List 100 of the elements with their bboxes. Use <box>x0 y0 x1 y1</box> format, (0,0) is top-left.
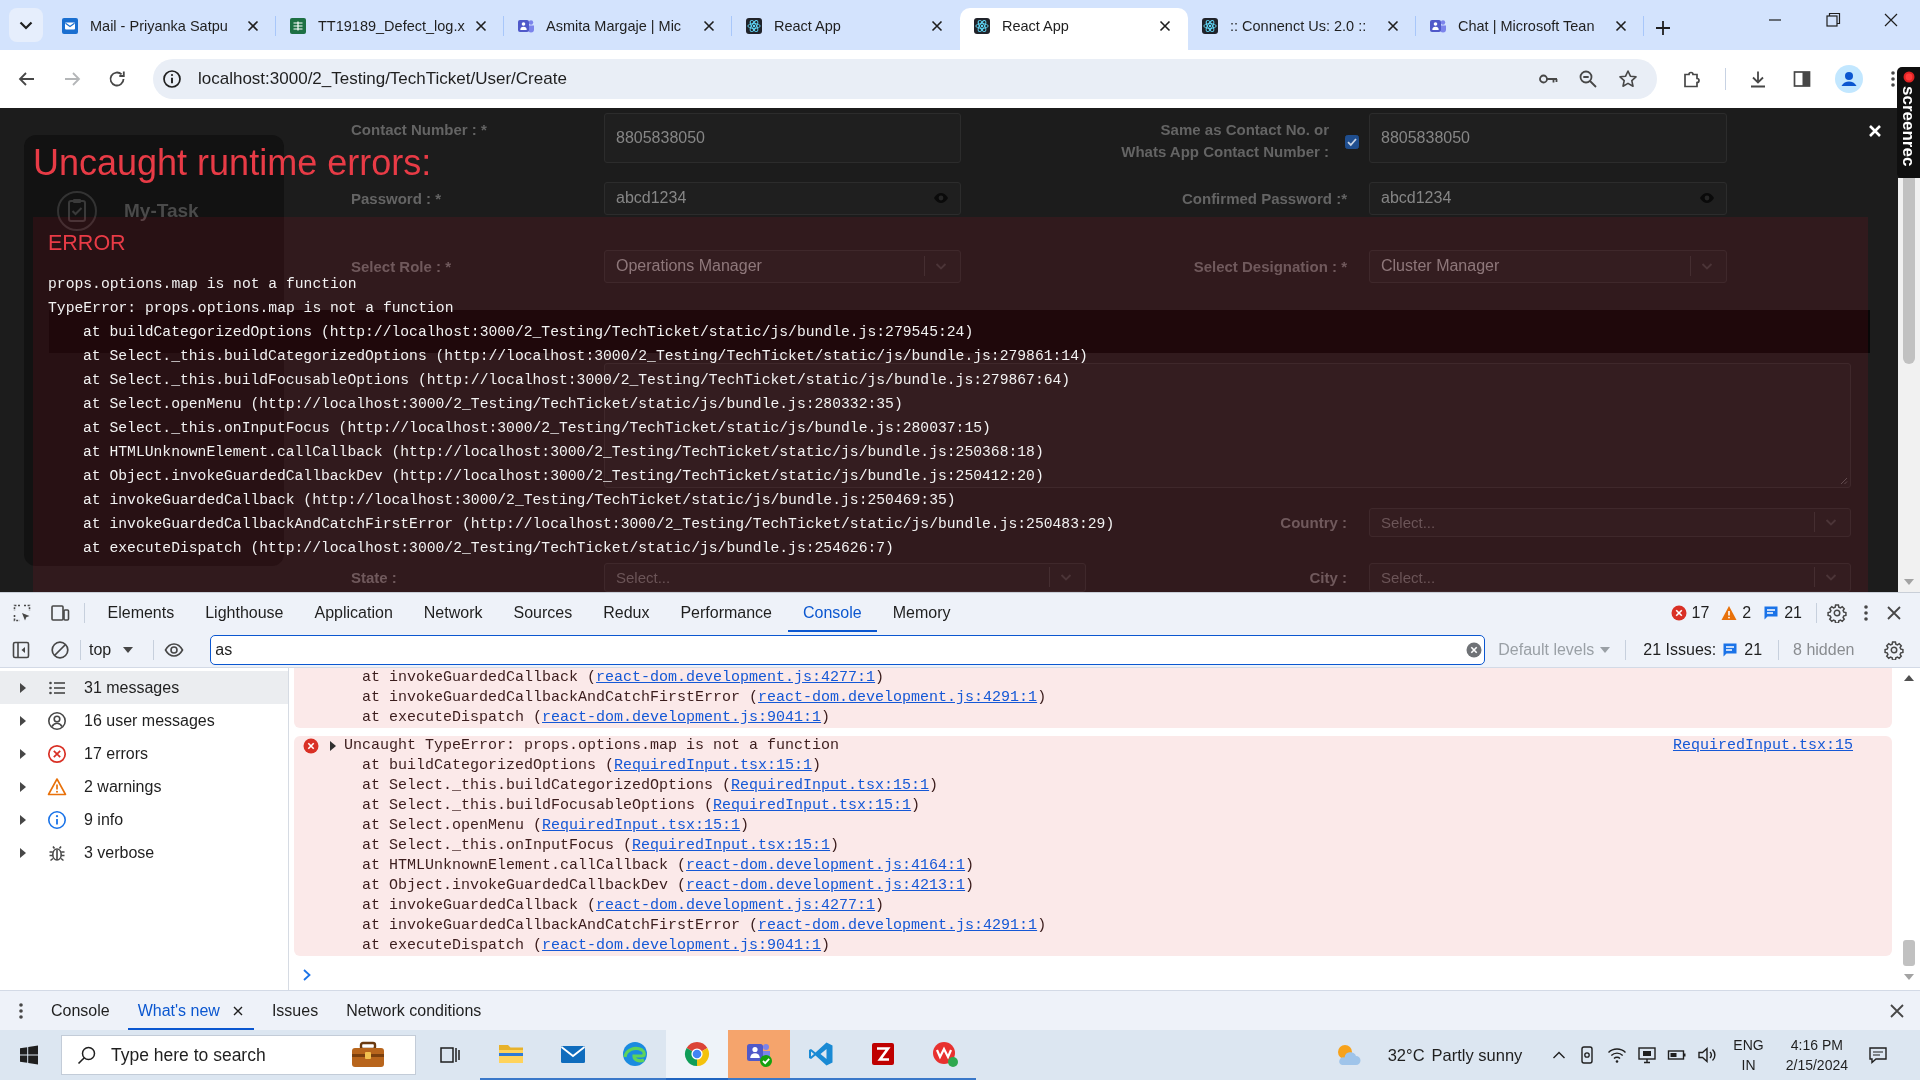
input-field[interactable]: abcd1234 <box>1369 182 1727 215</box>
notification-icon[interactable] <box>1868 1045 1888 1065</box>
close-icon[interactable] <box>245 18 261 34</box>
address-field[interactable]: localhost:3000/2_Testing/TechTicket/User/Create <box>153 59 1657 99</box>
source-link[interactable]: RequiredInput.tsx:15:1 <box>632 837 831 854</box>
warning-count[interactable]: 2 <box>1742 603 1752 622</box>
devices-icon[interactable] <box>50 602 70 623</box>
drawer-tab[interactable]: Issues <box>261 991 329 1030</box>
speaker-icon[interactable] <box>1697 1045 1718 1065</box>
message-icon[interactable] <box>1763 604 1780 621</box>
panel-tab[interactable]: Sources <box>497 593 588 632</box>
source-link[interactable]: react-dom.development.js:4277:1 <box>596 897 876 914</box>
source-link[interactable]: react-dom.development.js:4291:1 <box>758 917 1038 934</box>
panel-tab[interactable]: Network <box>408 593 498 632</box>
select-field[interactable]: Cluster Manager <box>1369 249 1727 283</box>
more-icon[interactable] <box>1863 602 1869 623</box>
zoom-out-icon[interactable] <box>1578 69 1598 89</box>
panel-tab[interactable]: Performance <box>664 593 788 632</box>
settings-icon[interactable] <box>1827 602 1847 623</box>
drawer-tab[interactable]: Console <box>41 991 120 1030</box>
sidebar-item[interactable]: 17 errors <box>0 737 288 770</box>
close-icon[interactable] <box>231 1004 244 1017</box>
wifi-icon[interactable] <box>1607 1045 1628 1065</box>
browser-tab[interactable]: Asmita Margaje | Mic <box>504 8 732 50</box>
source-link[interactable]: react-dom.development.js:4277:1 <box>596 669 876 686</box>
close-icon[interactable] <box>1867 123 1883 139</box>
sidebar-item[interactable]: 2 warnings <box>0 770 288 803</box>
recorder-tab[interactable]: screenrec <box>1897 67 1920 178</box>
input-field[interactable]: 8805838050 <box>1369 113 1727 163</box>
checkbox[interactable] <box>1345 135 1359 149</box>
side-panel-icon[interactable] <box>11 639 31 660</box>
source-link[interactable]: RequiredInput.tsx:15:1 <box>713 797 912 814</box>
reload-icon[interactable] <box>107 69 127 89</box>
caret-right-icon[interactable] <box>330 741 336 751</box>
scrollbar-thumb[interactable] <box>1903 940 1915 966</box>
clock[interactable]: 4:16 PM 2/15/2024 <box>1785 1035 1848 1075</box>
error-count[interactable]: 17 <box>1691 603 1710 622</box>
source-link[interactable]: react-dom.development.js:9041:1 <box>542 709 822 726</box>
clear-icon[interactable] <box>1466 641 1483 658</box>
warning-icon[interactable] <box>1721 604 1738 621</box>
input-field[interactable]: 8805838050 <box>604 113 961 163</box>
weather-condition[interactable]: Partly sunny <box>1431 1045 1523 1065</box>
source-link[interactable]: RequiredInput.tsx:15:1 <box>614 757 813 774</box>
close-icon[interactable] <box>1613 18 1629 34</box>
source-link[interactable]: react-dom.development.js:4213:1 <box>686 877 966 894</box>
windows-logo-icon[interactable] <box>19 1045 39 1065</box>
settings-icon[interactable] <box>1884 639 1904 660</box>
side-panel-icon[interactable] <box>1792 69 1812 89</box>
issues-count[interactable]: 21 <box>1744 640 1763 659</box>
browser-tab[interactable]: :: Connenct Us: 2.0 :: <box>1188 8 1416 50</box>
drawer-tab[interactable]: Network conditions <box>336 991 492 1030</box>
browser-tab[interactable]: React App <box>960 8 1188 50</box>
plus-icon[interactable] <box>1653 18 1673 38</box>
close-icon[interactable] <box>1385 18 1401 34</box>
chevron-right-icon[interactable] <box>302 968 312 982</box>
language-indicator[interactable]: ENG IN <box>1733 1035 1764 1075</box>
input-field[interactable]: abcd1234 <box>604 182 961 215</box>
temperature[interactable]: 32°C <box>1387 1045 1425 1065</box>
sidebar-item[interactable]: 31 messages <box>0 671 288 704</box>
scrollbar[interactable] <box>1898 178 1920 592</box>
select-field[interactable]: Operations Manager <box>604 249 961 283</box>
source-link[interactable]: react-dom.development.js:4291:1 <box>758 689 1038 706</box>
avatar-icon[interactable] <box>1835 65 1863 93</box>
x-circle-icon[interactable] <box>1670 604 1687 621</box>
star-icon[interactable] <box>1618 69 1638 89</box>
info-icon[interactable] <box>162 69 182 89</box>
source-link[interactable]: react-dom.development.js:4164:1 <box>686 857 966 874</box>
sidebar-item[interactable]: 3 verbose <box>0 836 288 869</box>
source-link[interactable]: RequiredInput.tsx:15 <box>1672 736 1853 756</box>
caret-up-icon[interactable] <box>1904 675 1914 681</box>
monitor-icon[interactable] <box>1637 1045 1658 1065</box>
search-field[interactable]: Type here to search <box>61 1035 416 1075</box>
context-dropdown[interactable]: top <box>81 640 134 659</box>
resize-handle-icon[interactable] <box>1838 475 1848 485</box>
panel-tab[interactable]: Redux <box>587 593 665 632</box>
browser-tab[interactable]: TT19189_Defect_log.x <box>276 8 504 50</box>
sidebar-item[interactable]: 16 user messages <box>0 704 288 737</box>
panel-tab[interactable]: Memory <box>877 593 966 632</box>
taskbar-button[interactable] <box>728 1030 790 1080</box>
sidebar-item[interactable]: 9 info <box>0 803 288 836</box>
briefcase-icon[interactable] <box>350 1041 386 1069</box>
puzzle-icon[interactable] <box>1682 69 1702 89</box>
more-icon[interactable] <box>18 1000 24 1021</box>
browser-tab[interactable]: Chat | Microsoft Tean <box>1416 8 1644 50</box>
download-icon[interactable] <box>1748 69 1768 89</box>
close-icon[interactable] <box>701 18 717 34</box>
more-icon[interactable] <box>1890 69 1896 89</box>
close-icon[interactable] <box>929 18 945 34</box>
close-icon[interactable] <box>473 18 489 34</box>
panel-tab[interactable]: Application <box>299 593 409 632</box>
issues-label[interactable]: 21 Issues: <box>1643 640 1717 659</box>
message-icon[interactable] <box>1722 641 1739 658</box>
block-icon[interactable] <box>50 639 70 660</box>
source-link[interactable]: RequiredInput.tsx:15:1 <box>731 777 930 794</box>
browser-tab[interactable]: Mail - Priyanka Satpu <box>48 8 276 50</box>
panel-tab[interactable]: Elements <box>92 593 190 632</box>
source-link[interactable]: RequiredInput.tsx:15:1 <box>542 817 741 834</box>
taskbar-button[interactable] <box>666 1030 728 1080</box>
chevron-down-icon[interactable] <box>9 8 43 42</box>
close-icon[interactable] <box>1157 18 1173 34</box>
